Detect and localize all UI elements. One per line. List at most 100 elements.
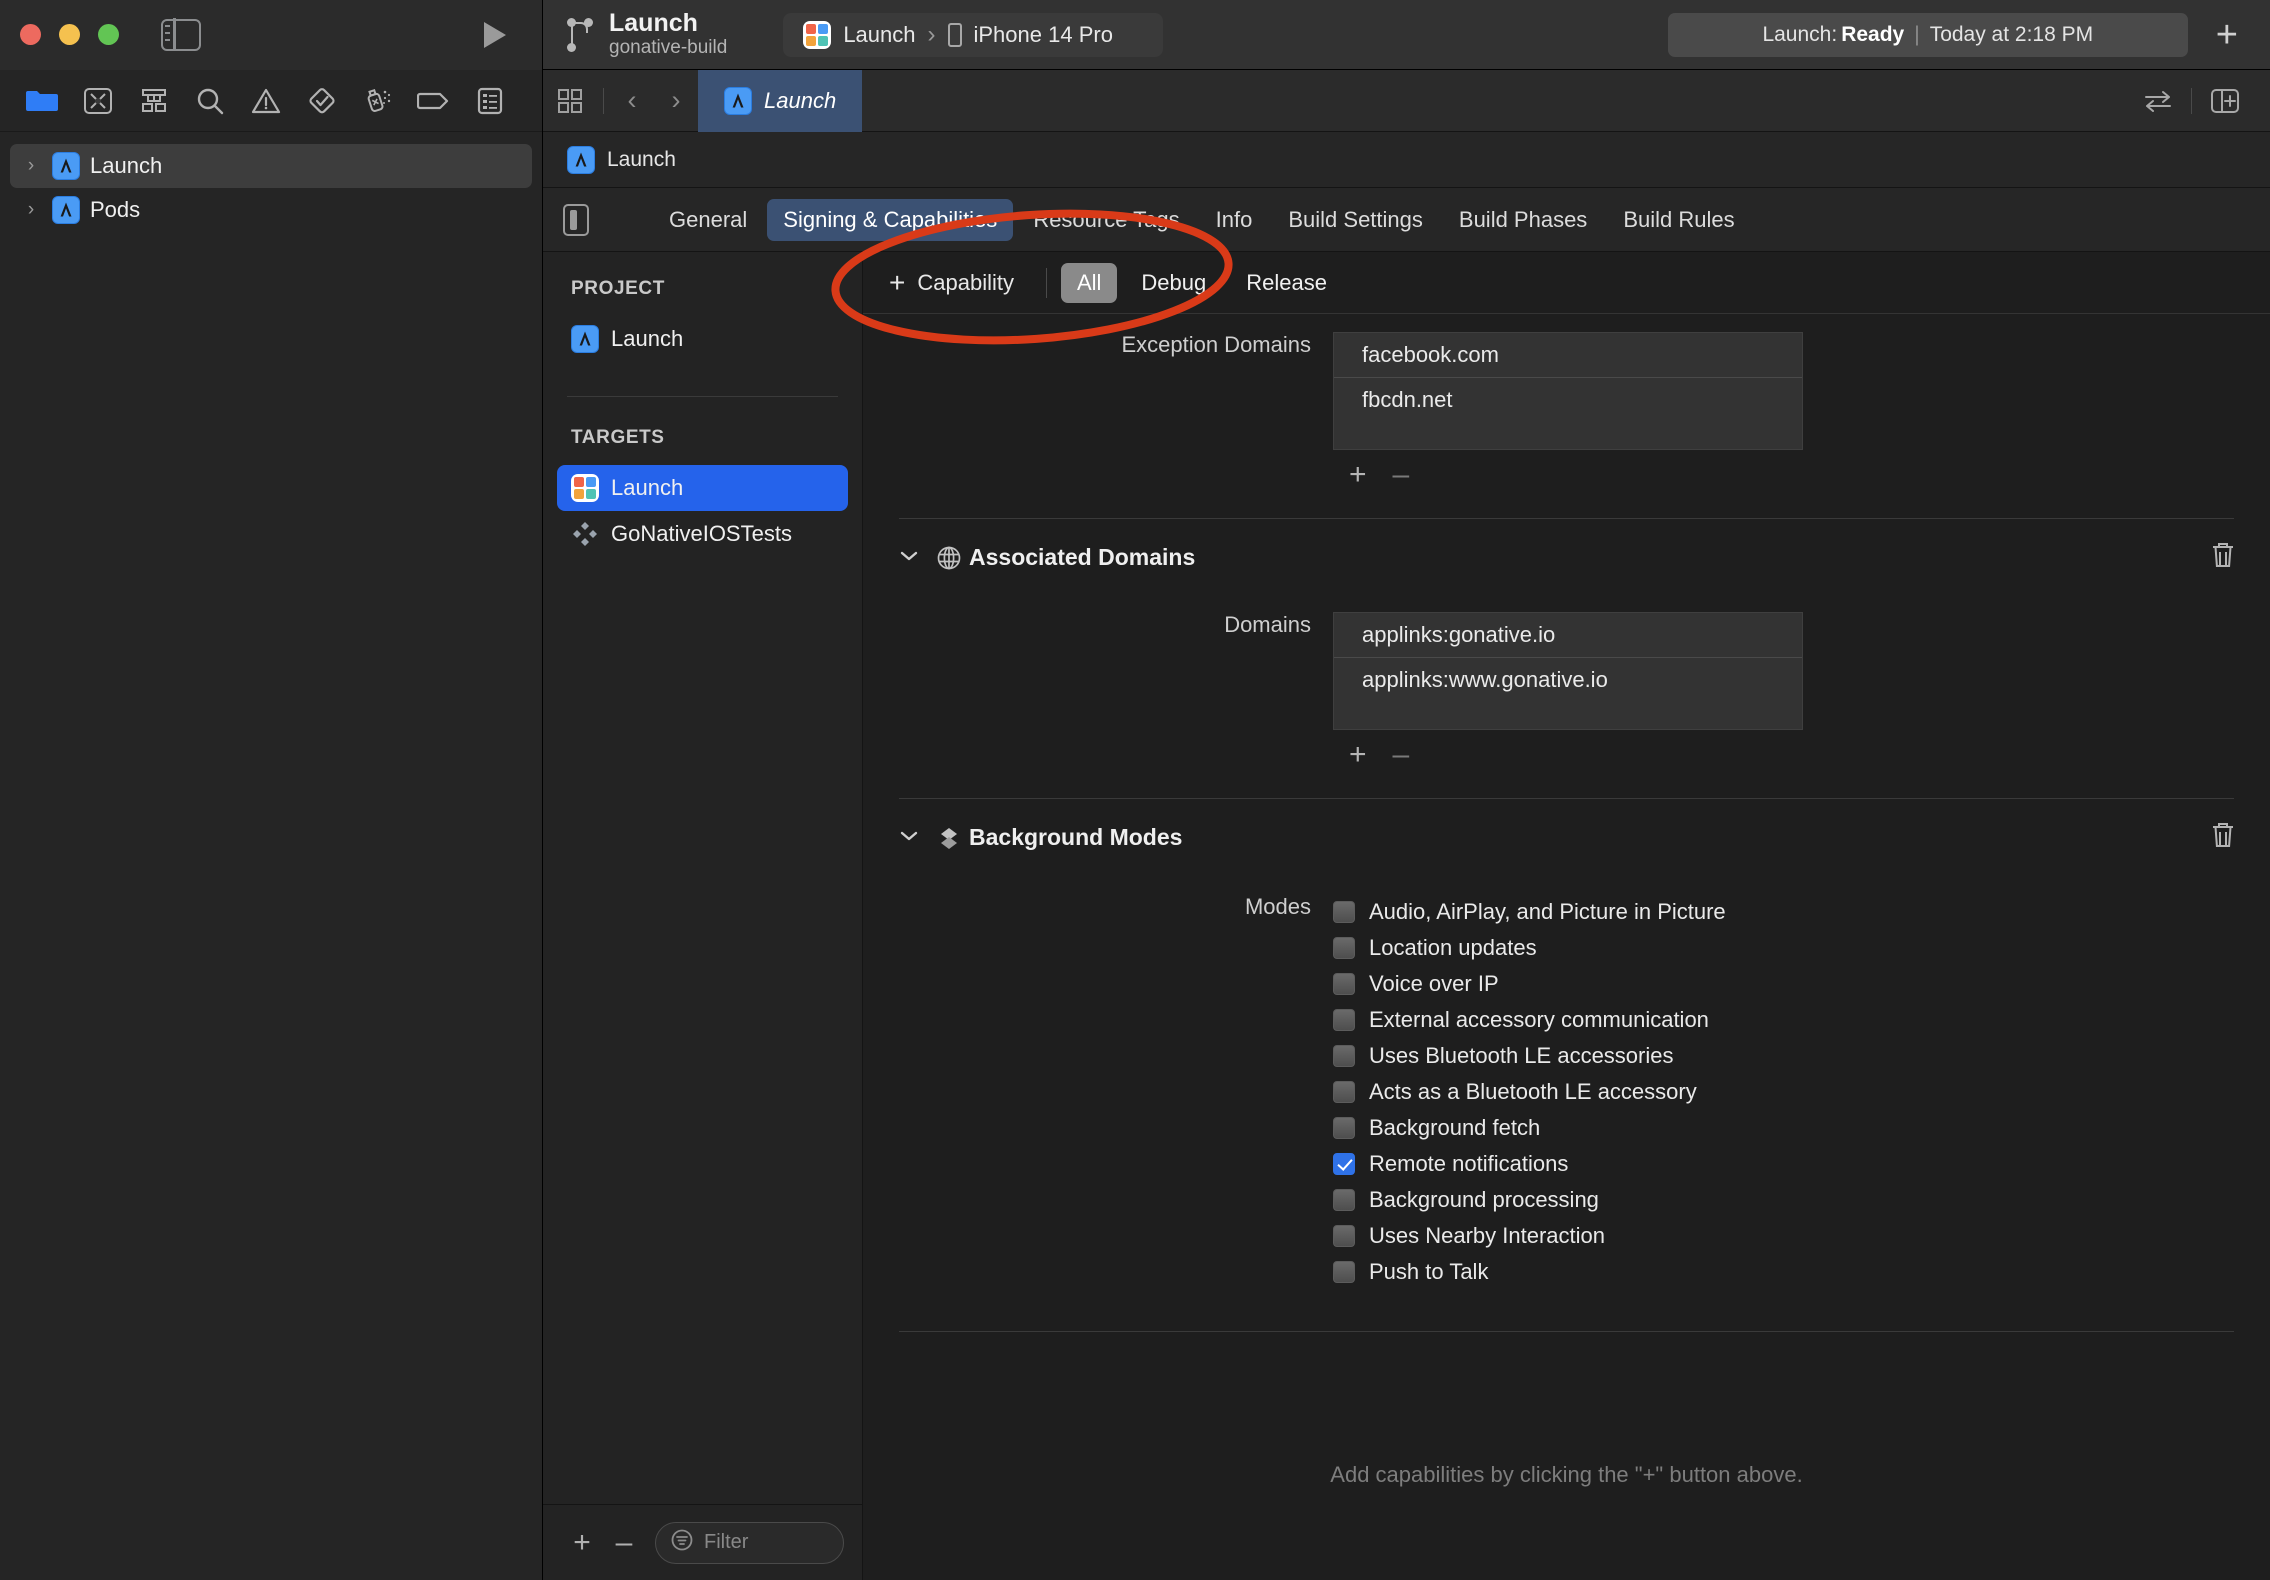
mode-uses-nearby-interaction[interactable]: Uses Nearby Interaction [1333,1218,1726,1253]
config-filter-all[interactable]: All [1060,262,1118,303]
add-capability-button[interactable]: + Capability [889,267,1036,299]
list-item[interactable]: facebook.com [1334,333,1802,377]
mode-acts-as-bluetooth-le-accessory[interactable]: Acts as a Bluetooth LE accessory [1333,1074,1726,1109]
sidebar-toggle-icon[interactable] [161,18,201,51]
window-body: › Launch › Pods ‹ › Launch Launch Genera… [0,69,2270,1580]
editor-tab-launch[interactable]: Launch [698,69,863,132]
config-filter-debug[interactable]: Debug [1125,263,1222,303]
section-header-background-modes[interactable]: Background Modes [863,799,2270,854]
mode-background-fetch[interactable]: Background fetch [1333,1110,1726,1145]
project-navigator: › Launch › Pods [0,70,543,1580]
project-item-launch[interactable]: Launch [557,316,848,362]
checkbox[interactable] [1333,972,1355,995]
mode-label: Acts as a Bluetooth LE accessory [1369,1078,1697,1104]
hierarchy-navigator-icon[interactable] [126,79,182,123]
minimize-window-button[interactable] [59,24,80,45]
find-navigator-icon[interactable] [182,79,238,123]
empty-state-hint: Add capabilities by clicking the "+" but… [1330,1462,1803,1487]
disclosure-triangle-icon[interactable]: › [20,155,42,177]
scheme-separator: › [927,20,936,48]
add-target-button[interactable]: + [561,1526,603,1560]
remove-associated-domain-button[interactable]: – [1393,740,1410,770]
list-item[interactable]: applinks:www.gonative.io [1334,657,1802,701]
list-item[interactable]: applinks:gonative.io [1334,613,1802,657]
checkbox[interactable] [1333,1188,1355,1211]
chevron-down-icon[interactable] [899,826,929,849]
chevron-down-icon[interactable] [899,546,929,569]
add-associated-domain-button[interactable]: + [1349,740,1367,770]
close-window-button[interactable] [20,24,41,45]
issue-navigator-icon[interactable] [238,79,294,123]
add-editor-icon[interactable] [2198,70,2252,132]
editor-tab-label: Launch [764,87,837,113]
report-navigator-icon[interactable] [462,79,518,123]
mode-push-to-talk[interactable]: Push to Talk [1333,1254,1726,1289]
inspector-toggle-icon[interactable] [563,203,589,236]
zoom-window-button[interactable] [98,24,119,45]
mode-background-processing[interactable]: Background processing [1333,1182,1726,1217]
mode-location-updates[interactable]: Location updates [1333,930,1726,965]
test-navigator-icon[interactable] [294,79,350,123]
list-item[interactable]: fbcdn.net [1334,377,1802,421]
editor-split: PROJECT Launch TARGETS Launch GoNativeIO… [543,252,2270,1580]
tab-resource-tags[interactable]: Resource Tags [1017,199,1195,241]
nav-item-launch[interactable]: › Launch [10,144,532,188]
breakpoint-navigator-icon[interactable] [406,79,462,123]
mode-audio-airplay-picture-in-picture[interactable]: Audio, AirPlay, and Picture in Picture [1333,894,1726,929]
add-exception-domain-button[interactable]: + [1349,460,1367,490]
xcode-project-icon [571,325,599,353]
exception-domains-list[interactable]: facebook.com fbcdn.net [1333,332,1803,450]
status-bar[interactable]: Launch: Ready | Today at 2:18 PM [1667,12,2188,57]
section-header-associated-domains[interactable]: Associated Domains [863,519,2270,574]
checkbox[interactable] [1333,1044,1355,1067]
tab-info[interactable]: Info [1200,199,1269,241]
disclosure-triangle-icon[interactable]: › [20,199,42,221]
mode-label: Background processing [1369,1186,1599,1212]
tab-build-phases[interactable]: Build Phases [1443,199,1603,241]
checkbox[interactable] [1333,1152,1355,1175]
tab-build-settings[interactable]: Build Settings [1272,199,1439,241]
swap-editors-icon[interactable] [2131,70,2185,132]
target-item-launch[interactable]: Launch [557,465,848,511]
capabilities-toolbar: + Capability All Debug Release [863,252,2270,314]
checkbox[interactable] [1333,1260,1355,1283]
capabilities-scroll[interactable]: Exception Domains facebook.com fbcdn.net… [863,314,2270,1580]
mode-external-accessory-communication[interactable]: External accessory communication [1333,1002,1726,1037]
mode-label: Audio, AirPlay, and Picture in Picture [1369,898,1726,924]
associated-domains-list[interactable]: applinks:gonative.io applinks:www.gonati… [1333,612,1803,730]
source-control-navigator-icon[interactable] [70,79,126,123]
filter-icon [670,1528,694,1557]
run-play-icon[interactable] [484,21,506,48]
target-item-gonativeiostests[interactable]: GoNativeIOSTests [557,511,848,557]
tab-build-rules[interactable]: Build Rules [1607,199,1750,241]
checkbox[interactable] [1333,1008,1355,1031]
trash-icon[interactable] [2210,541,2236,574]
project-navigator-icon[interactable] [14,79,70,123]
tab-grid-icon[interactable] [543,70,597,132]
nav-item-pods[interactable]: › Pods [10,188,532,232]
navigate-back-button[interactable]: ‹ [610,85,654,116]
trash-icon[interactable] [2210,821,2236,854]
checkbox[interactable] [1333,1116,1355,1139]
debug-navigator-icon[interactable] [350,79,406,123]
checkbox[interactable] [1333,1224,1355,1247]
navigate-forward-button[interactable]: › [654,85,698,116]
tab-signing-and-capabilities[interactable]: Signing & Capabilities [767,198,1014,241]
add-button[interactable]: + [2216,16,2238,54]
xcode-project-icon [724,86,752,115]
scheme-selector[interactable]: Launch › iPhone 14 Pro [783,12,1164,57]
config-filter-release[interactable]: Release [1230,263,1343,303]
status-time: Today at 2:18 PM [1929,22,2094,46]
mode-remote-notifications[interactable]: Remote notifications [1333,1146,1726,1181]
checkbox[interactable] [1333,936,1355,959]
checkbox[interactable] [1333,1080,1355,1103]
mode-voice-over-ip[interactable]: Voice over IP [1333,966,1726,1001]
target-item-label: Launch [611,475,684,500]
mode-uses-bluetooth-le-accessories[interactable]: Uses Bluetooth LE accessories [1333,1038,1726,1073]
checkbox[interactable] [1333,900,1355,923]
breadcrumb[interactable]: Launch [543,132,2270,188]
filter-input[interactable]: Filter [655,1521,844,1564]
tab-general[interactable]: General [653,199,763,241]
remove-exception-domain-button[interactable]: – [1393,460,1410,490]
remove-target-button[interactable]: – [603,1526,645,1560]
